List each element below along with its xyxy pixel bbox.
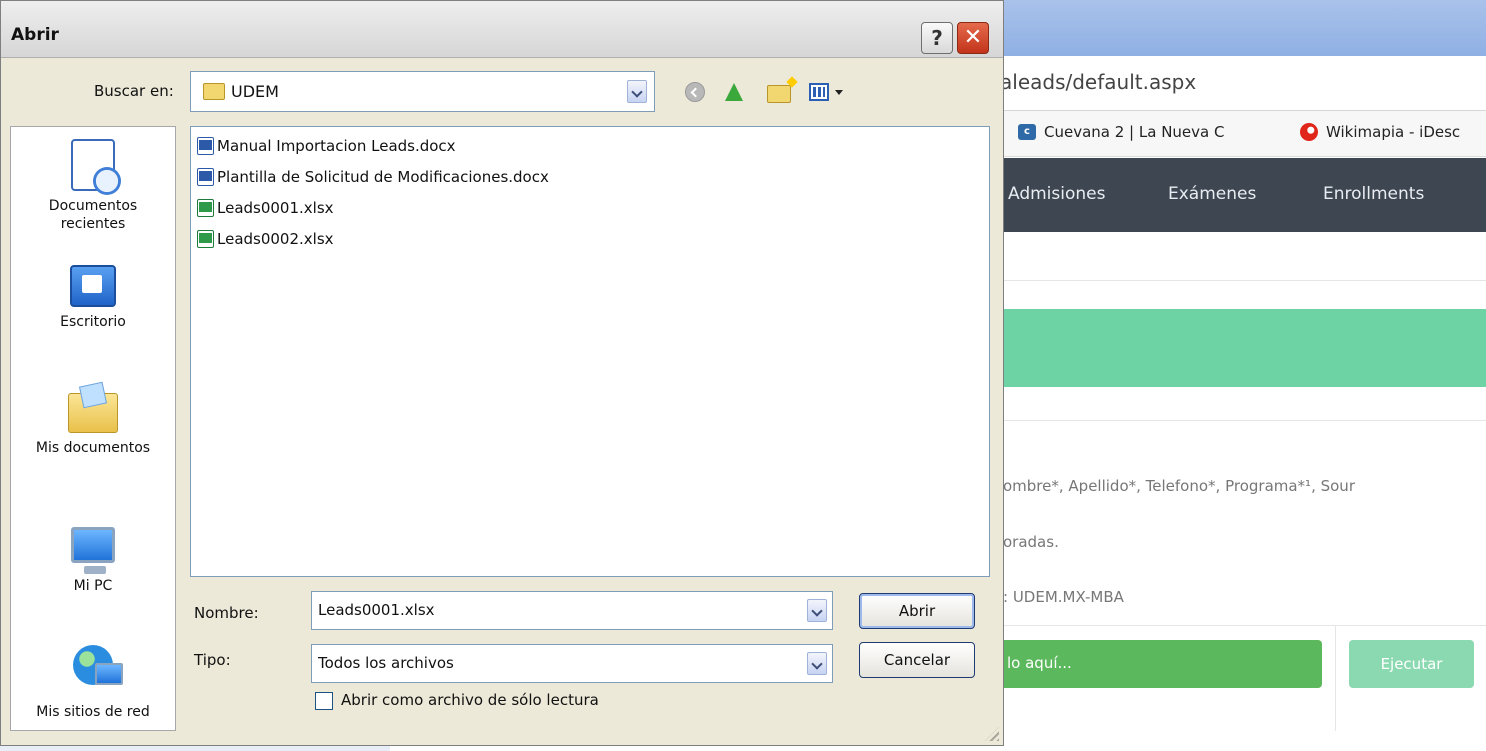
bookmark-cuevana[interactable]: c Cuevana 2 | La Nueva C <box>1018 123 1224 141</box>
place-label: Documentos recientes <box>48 198 138 232</box>
my-computer-icon <box>71 527 115 574</box>
readonly-checkbox-label[interactable]: Abrir como archivo de sólo lectura <box>341 691 599 709</box>
divider <box>1000 280 1486 281</box>
place-network[interactable]: Mis sitios de red <box>11 645 175 721</box>
place-recent-documents[interactable]: Documentos recientes <box>11 139 175 233</box>
recent-documents-icon <box>71 139 121 195</box>
bookmark-wikimapia[interactable]: Wikimapia - iDesc <box>1300 123 1460 141</box>
cuevana-favicon: c <box>1018 124 1036 140</box>
open-file-dialog: Abrir ? ✕ Buscar en: UDEM Documentos rec… <box>0 0 1004 746</box>
look-in-label: Buscar en: <box>94 82 174 100</box>
file-type-label: Tipo: <box>194 651 231 669</box>
chevron-down-icon[interactable] <box>807 652 827 675</box>
list-item[interactable]: Manual Importacion Leads.docx <box>197 136 456 156</box>
place-label: Mi PC <box>73 578 113 594</box>
browser-url-text: aleads/default.aspx <box>1000 70 1197 94</box>
up-folder-icon[interactable] <box>725 83 743 101</box>
my-documents-icon <box>68 393 118 433</box>
back-arrow-icon[interactable] <box>685 82 705 102</box>
info-program-example: : UDEM.MX-MBA <box>1003 588 1124 606</box>
open-button[interactable]: Abrir <box>859 593 975 629</box>
list-item[interactable]: Leads0002.xlsx <box>197 229 334 249</box>
dialog-title: Abrir <box>11 25 59 45</box>
info-required-fields: ombre*, Apellido*, Telefono*, Programa*¹… <box>1003 477 1355 495</box>
divider <box>1335 626 1336 731</box>
file-select-button[interactable]: lo aquí... <box>1000 640 1322 688</box>
execute-button[interactable]: Ejecutar <box>1349 640 1474 688</box>
place-desktop[interactable]: Escritorio <box>11 265 175 331</box>
close-button[interactable]: ✕ <box>957 22 989 54</box>
place-my-computer[interactable]: Mi PC <box>11 527 175 595</box>
file-name: Leads0002.xlsx <box>217 230 334 248</box>
folder-icon <box>203 83 225 100</box>
nav-enrollments[interactable]: Enrollments <box>1323 184 1424 204</box>
dialog-titlebar[interactable]: Abrir ? ✕ <box>1 1 1003 58</box>
file-name-label: Nombre: <box>194 604 259 622</box>
file-name-input[interactable] <box>318 601 778 619</box>
place-label: Mis sitios de red <box>36 704 150 720</box>
look-in-value: UDEM <box>231 82 279 101</box>
nav-admisiones[interactable]: Admisiones <box>1008 184 1105 204</box>
view-menu-icon[interactable] <box>809 83 829 101</box>
nav-examenes[interactable]: Exámenes <box>1168 184 1256 204</box>
readonly-checkbox[interactable] <box>315 692 333 710</box>
info-line: oradas. <box>1003 533 1059 551</box>
excel-doc-icon <box>197 230 214 248</box>
caret-down-icon[interactable] <box>835 90 843 95</box>
wikimapia-favicon <box>1300 123 1318 141</box>
place-label: Mis documentos <box>35 440 151 456</box>
list-item[interactable]: Plantilla de Solicitud de Modificaciones… <box>197 167 549 187</box>
file-type-value: Todos los archivos <box>318 654 454 672</box>
word-doc-icon <box>197 168 214 186</box>
place-label: Escritorio <box>60 314 126 330</box>
divider <box>1000 420 1486 421</box>
excel-doc-icon <box>197 199 214 217</box>
file-name: Manual Importacion Leads.docx <box>217 137 456 155</box>
bookmark-wikimapia-label: Wikimapia - iDesc <box>1326 123 1461 141</box>
places-bar: Documentos recientes Escritorio Mis docu… <box>10 126 176 731</box>
divider <box>1000 625 1486 626</box>
look-in-dropdown[interactable]: UDEM <box>190 71 655 112</box>
chevron-down-icon[interactable] <box>807 599 827 622</box>
word-doc-icon <box>197 137 214 155</box>
bookmark-cuevana-label: Cuevana 2 | La Nueva C <box>1044 123 1225 141</box>
place-my-documents[interactable]: Mis documentos <box>11 393 175 457</box>
network-places-icon <box>73 645 123 685</box>
resize-grip-icon[interactable] <box>985 727 999 741</box>
chevron-down-icon[interactable] <box>627 80 647 103</box>
cancel-button[interactable]: Cancelar <box>859 642 975 678</box>
desktop-icon <box>70 265 116 307</box>
list-item[interactable]: Leads0001.xlsx <box>197 198 334 218</box>
file-select-label: lo aquí... <box>1007 654 1072 672</box>
file-type-dropdown[interactable]: Todos los archivos <box>311 644 833 683</box>
help-button[interactable]: ? <box>921 22 953 54</box>
file-name: Leads0001.xlsx <box>217 199 334 217</box>
file-name: Plantilla de Solicitud de Modificaciones… <box>217 168 549 186</box>
file-list[interactable]: Manual Importacion Leads.docx Plantilla … <box>190 126 990 577</box>
file-name-field[interactable] <box>311 591 833 630</box>
new-folder-icon[interactable] <box>767 85 791 103</box>
